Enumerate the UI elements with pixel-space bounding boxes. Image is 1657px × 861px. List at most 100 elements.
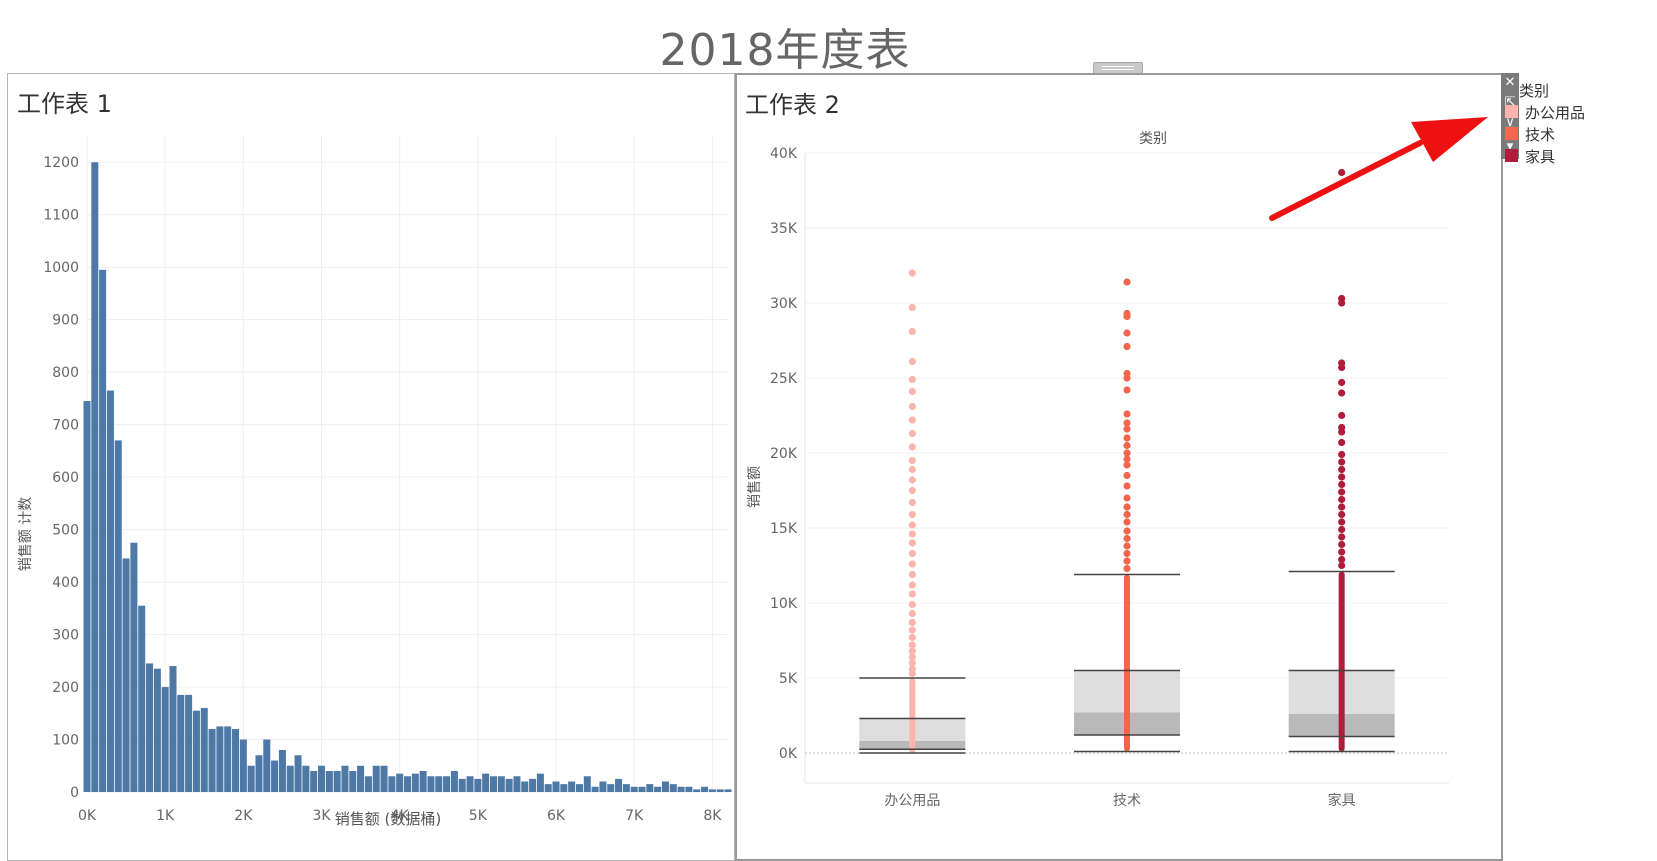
histogram-bar[interactable] xyxy=(310,771,318,792)
outlier-point[interactable] xyxy=(1338,168,1346,177)
histogram-bar[interactable] xyxy=(677,786,685,792)
outlier-point[interactable] xyxy=(1123,503,1131,511)
histogram-bar[interactable] xyxy=(583,776,591,792)
outlier-point[interactable] xyxy=(908,539,916,547)
outlier-point[interactable] xyxy=(1338,525,1346,534)
outlier-point[interactable] xyxy=(1123,329,1131,337)
histogram-bar[interactable] xyxy=(615,778,623,792)
outlier-point[interactable] xyxy=(908,626,916,634)
histogram-bar[interactable] xyxy=(200,708,208,792)
outlier-point[interactable] xyxy=(1338,438,1346,447)
histogram-bar[interactable] xyxy=(450,771,458,792)
outlier-point[interactable] xyxy=(908,476,916,484)
histogram-bar[interactable] xyxy=(216,726,224,792)
outlier-point[interactable] xyxy=(1338,495,1346,504)
histogram-bar[interactable] xyxy=(536,773,544,792)
histogram-bar[interactable] xyxy=(568,781,576,792)
histogram-bar[interactable] xyxy=(622,784,630,792)
outlier-point[interactable] xyxy=(1338,389,1346,397)
outlier-point[interactable] xyxy=(1338,518,1346,526)
outlier-point[interactable] xyxy=(908,486,916,495)
sheet-2[interactable]: 工作表 2 类别 0K 5K 10K 15K 20K 25K 30K 35K 40K 办公用品技… xyxy=(735,73,1503,861)
histogram-bar[interactable] xyxy=(575,784,583,792)
outlier-point[interactable] xyxy=(1123,471,1131,480)
outlier-point[interactable] xyxy=(908,618,916,627)
histogram-bar[interactable] xyxy=(99,269,107,793)
histogram-bar[interactable] xyxy=(192,710,200,792)
outlier-point[interactable] xyxy=(908,416,916,424)
outlier-point[interactable] xyxy=(1123,278,1131,286)
histogram-bar[interactable] xyxy=(177,694,185,792)
histogram-bar[interactable] xyxy=(318,765,326,792)
outlier-point[interactable] xyxy=(908,443,916,451)
histogram-bar[interactable] xyxy=(458,778,466,792)
histogram-bar[interactable] xyxy=(403,776,412,792)
histogram-bar[interactable] xyxy=(325,771,333,792)
histogram-bar[interactable] xyxy=(341,765,349,792)
outlier-point[interactable] xyxy=(908,456,916,465)
outlier-point[interactable] xyxy=(1123,386,1131,394)
outlier-point[interactable] xyxy=(908,560,916,568)
outlier-point[interactable] xyxy=(1338,378,1346,387)
histogram-bar[interactable] xyxy=(724,789,732,792)
histogram-bar[interactable] xyxy=(396,773,404,792)
close-icon[interactable]: ✕ xyxy=(1501,73,1519,93)
outlier-point[interactable] xyxy=(908,303,916,312)
histogram-bar[interactable] xyxy=(106,390,114,792)
outlier-point[interactable] xyxy=(1338,510,1346,519)
outlier-point[interactable] xyxy=(1123,494,1131,502)
outlier-point[interactable] xyxy=(1123,534,1131,543)
histogram-bar[interactable] xyxy=(138,605,146,792)
outlier-point[interactable] xyxy=(1123,434,1131,442)
histogram-bar[interactable] xyxy=(661,781,669,792)
histogram-bar[interactable] xyxy=(169,666,177,792)
outlier-point[interactable] xyxy=(908,269,916,277)
histogram-bar[interactable] xyxy=(685,786,693,792)
outlier-point[interactable] xyxy=(1338,411,1346,420)
histogram-bar[interactable] xyxy=(83,401,91,792)
histogram-bar[interactable] xyxy=(693,789,701,792)
outlier-point[interactable] xyxy=(1338,540,1346,549)
outlier-point[interactable] xyxy=(1338,465,1346,474)
outlier-point[interactable] xyxy=(1123,549,1131,558)
histogram-bar[interactable] xyxy=(497,776,505,792)
histogram-bar[interactable] xyxy=(443,776,451,792)
histogram-bar[interactable] xyxy=(130,542,138,792)
outlier-point[interactable] xyxy=(1338,458,1346,466)
histogram-bar[interactable] xyxy=(669,784,677,792)
outlier-point[interactable] xyxy=(908,549,916,558)
outlier-point[interactable] xyxy=(908,600,916,609)
outlier-point[interactable] xyxy=(1338,548,1346,556)
histogram-bar[interactable] xyxy=(372,765,380,792)
outlier-point[interactable] xyxy=(1338,480,1346,489)
histogram-bar[interactable] xyxy=(357,765,365,792)
histogram-bar[interactable] xyxy=(474,778,482,792)
outlier-point[interactable] xyxy=(1123,449,1131,457)
outlier-point[interactable] xyxy=(908,609,916,618)
histogram-bar[interactable] xyxy=(599,781,607,792)
outlier-point[interactable] xyxy=(1123,542,1131,550)
histogram-bar[interactable] xyxy=(552,781,560,792)
histogram-bar[interactable] xyxy=(419,771,427,792)
histogram-bar[interactable] xyxy=(146,663,154,792)
outlier-point[interactable] xyxy=(908,498,916,507)
outlier-point[interactable] xyxy=(1123,369,1131,378)
outlier-point[interactable] xyxy=(908,327,916,336)
histogram-bar[interactable] xyxy=(349,771,357,792)
histogram-bar[interactable] xyxy=(482,773,490,792)
histogram-bar[interactable] xyxy=(544,784,552,792)
histogram-bar[interactable] xyxy=(263,739,271,792)
histogram-bar[interactable] xyxy=(91,162,99,792)
histogram-bar[interactable] xyxy=(286,765,294,792)
histogram-bar[interactable] xyxy=(654,786,662,792)
histogram-bar[interactable] xyxy=(380,765,388,792)
histogram-bar[interactable] xyxy=(255,755,263,792)
histogram-bar[interactable] xyxy=(247,765,255,792)
histogram-bar[interactable] xyxy=(630,786,638,792)
outlier-point[interactable] xyxy=(908,357,916,366)
outlier-point[interactable] xyxy=(1123,518,1131,526)
outlier-point[interactable] xyxy=(1123,441,1131,450)
outlier-point[interactable] xyxy=(1123,342,1131,351)
histogram-bar[interactable] xyxy=(646,784,654,792)
histogram-bar[interactable] xyxy=(591,786,599,792)
